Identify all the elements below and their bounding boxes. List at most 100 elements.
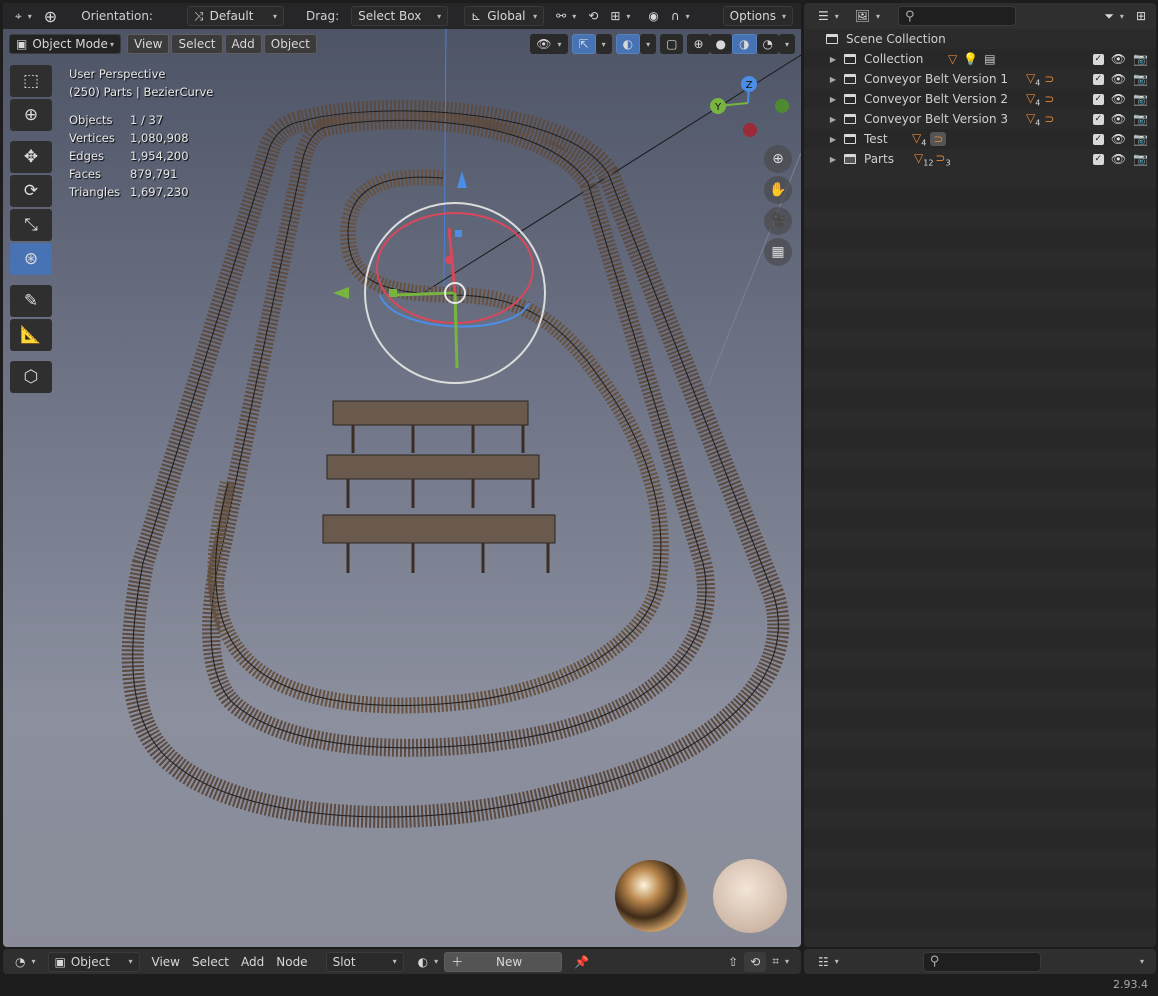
annotate-icon[interactable]: ✎ <box>10 285 52 317</box>
visibility-icon[interactable]: 👁 ▾ <box>530 34 568 54</box>
select-box-icon[interactable]: ⬚ <box>10 65 52 97</box>
expand-arrow-icon[interactable]: ▶ <box>826 115 840 124</box>
eye-icon[interactable]: 👁 <box>1111 152 1126 166</box>
properties-options-icon[interactable]: ▾ <box>1134 952 1150 972</box>
camera-icon[interactable]: 📷 <box>1133 132 1148 146</box>
properties-search-input[interactable]: ⚲ <box>922 951 1041 972</box>
navigation-gizmo[interactable]: Z Y <box>703 73 798 143</box>
options-dropdown[interactable]: Options ▾ <box>722 6 793 26</box>
add-cube-icon[interactable]: ⬡ <box>10 361 52 393</box>
transform-icon[interactable]: ⊛ <box>10 243 52 275</box>
camera-view-icon[interactable]: 🎥 <box>764 207 792 235</box>
xray-icon[interactable]: ▢ <box>660 34 684 54</box>
cursor-icon[interactable]: ⊕ <box>10 99 52 131</box>
outliner-row-conveyor-2[interactable]: ▶ Conveyor Belt Version 2 ▽4 ⊃ ✓ 👁 📷 <box>804 89 1156 109</box>
eye-icon[interactable]: 👁 <box>1111 92 1126 106</box>
eye-icon[interactable]: 👁 <box>1111 112 1126 126</box>
outliner-row-parts[interactable]: ▶ Parts ▽12 ⊃3 ✓ 👁 📷 <box>804 149 1156 169</box>
shading-dropdown-icon[interactable]: ▾ <box>778 34 795 54</box>
pivot-point-icon[interactable]: ⚯ ▾ <box>550 6 582 26</box>
outliner-row-conveyor-1[interactable]: ▶ Conveyor Belt Version 1 ▽4 ⊃ ✓ 👁 📷 <box>804 69 1156 89</box>
expand-arrow-icon[interactable]: ▶ <box>826 95 840 104</box>
proportional-edit-icon[interactable]: ◉ <box>642 6 664 26</box>
zoom-icon[interactable]: ⊕ <box>764 145 792 173</box>
exclude-checkbox[interactable]: ✓ <box>1092 93 1104 105</box>
filter-icon[interactable]: ⏷ ▾ <box>1098 6 1130 26</box>
straight-conveyors <box>322 400 556 573</box>
material-browse-icon[interactable]: ◐ ▾ <box>412 952 445 972</box>
transform-pivot-button[interactable]: ⊕ <box>38 6 63 26</box>
falloff-icon[interactable]: ∩ ▾ <box>665 6 696 26</box>
measure-icon[interactable]: 📐 <box>10 319 52 351</box>
new-collection-icon[interactable]: ⊞ <box>1130 6 1152 26</box>
outliner-row-conveyor-3[interactable]: ▶ Conveyor Belt Version 3 ▽4 ⊃ ✓ 👁 📷 <box>804 109 1156 129</box>
menu-add[interactable]: Add <box>224 34 262 54</box>
overlay-dropdown-icon[interactable]: ▾ <box>640 34 657 54</box>
shader-menu-add[interactable]: Add <box>235 952 270 972</box>
parent-node-icon[interactable]: ⇧ <box>722 952 744 972</box>
exclude-checkbox[interactable]: ✓ <box>1092 73 1104 85</box>
outliner-search-input[interactable]: ⚲ <box>898 6 1017 26</box>
gizmo-dropdown-icon[interactable]: ▾ <box>595 34 612 54</box>
camera-icon[interactable]: 📷 <box>1133 52 1148 66</box>
axis-gizmo[interactable]: Z Y <box>703 73 798 143</box>
expand-arrow-icon[interactable]: ▶ <box>826 55 840 64</box>
eye-icon[interactable]: 👁 <box>1111 52 1126 66</box>
camera-icon[interactable]: 📷 <box>1133 112 1148 126</box>
properties-editor-icon[interactable]: ☷ ▾ <box>812 952 845 972</box>
camera-icon[interactable]: 📷 <box>1133 152 1148 166</box>
shader-menu-select[interactable]: Select <box>186 952 235 972</box>
shader-type-dropdown[interactable]: ▣ Object ▾ <box>47 951 140 972</box>
snap-icon[interactable]: ⟲ <box>744 951 767 972</box>
expand-arrow-icon[interactable]: ▶ <box>826 135 840 144</box>
curve-icon: ⊃3 <box>935 150 951 168</box>
ortho-grid-icon[interactable]: ▦ <box>764 238 792 266</box>
rendered-shading-icon[interactable]: ◔ <box>756 34 779 54</box>
drag-dropdown[interactable]: Select Box ▾ <box>351 6 449 26</box>
gizmo-toggle-icon[interactable]: ⇱ <box>571 34 596 54</box>
scene-collection-row[interactable]: Scene Collection <box>804 29 1156 49</box>
outliner-row-collection[interactable]: ▶ Collection ▽ 💡 ▤ ✓ 👁 📷 <box>804 49 1156 69</box>
exclude-checkbox[interactable]: ✓ <box>1092 153 1104 165</box>
outliner-row-test[interactable]: ▶ Test ▽4 ⊃ ✓ 👁 📷 <box>804 129 1156 149</box>
camera-icon[interactable]: 📷 <box>1133 72 1148 86</box>
eye-icon[interactable]: 👁 <box>1111 72 1126 86</box>
shader-menu-view[interactable]: View <box>146 952 186 972</box>
shader-editor-header: ◔ ▾ ▣ Object ▾ View Select Add Node Slot … <box>3 949 801 974</box>
menu-object[interactable]: Object <box>263 34 317 54</box>
pin-icon[interactable]: 📌 <box>568 952 595 972</box>
status-bar: 2.93.4 <box>0 975 1158 996</box>
filter-view-icon[interactable]: 🖼 ▾ <box>849 6 886 26</box>
expand-arrow-icon[interactable]: ▶ <box>826 155 840 164</box>
display-mode-icon[interactable]: ☰ ▾ <box>812 6 845 26</box>
eye-icon[interactable]: 👁 <box>1111 132 1126 146</box>
exclude-checkbox[interactable]: ✓ <box>1092 133 1104 145</box>
menu-view[interactable]: View <box>127 34 170 54</box>
overlay-toggle-icon[interactable]: ◐ <box>615 34 641 54</box>
snap-target-icon[interactable]: ⊞ ▾ <box>604 6 636 26</box>
transform-orientation-dropdown[interactable]: ⊾ Global ▾ <box>464 6 545 26</box>
3d-viewport[interactable]: ⌖ ▾ ⊕ Orientation: ⤨ Default ▾ Drag: Sele… <box>3 3 801 947</box>
mode-dropdown[interactable]: ▣ Object Mode ▾ <box>9 34 121 54</box>
exclude-checkbox[interactable]: ✓ <box>1092 113 1104 125</box>
material-shading-icon[interactable]: ◑ <box>732 34 757 54</box>
new-material-button[interactable]: ＋ New <box>444 951 563 972</box>
wireframe-shading-icon[interactable]: ⊕ <box>687 34 710 54</box>
editor-type-icon[interactable]: ◔ ▾ <box>9 952 42 972</box>
scale-icon[interactable]: ⤡ <box>10 209 52 241</box>
solid-shading-icon[interactable]: ● <box>709 34 733 54</box>
orientation-dropdown[interactable]: ⤨ Default ▾ <box>186 6 284 26</box>
camera-icon[interactable]: 📷 <box>1133 92 1148 106</box>
editor-type-button[interactable]: ⌖ ▾ <box>9 6 38 26</box>
shader-menu-node[interactable]: Node <box>270 952 313 972</box>
stat-objects: Objects 1 / 37 <box>69 113 164 127</box>
move-icon[interactable]: ✥ <box>10 141 52 173</box>
pan-hand-icon[interactable]: ✋ <box>764 176 792 204</box>
expand-arrow-icon[interactable]: ▶ <box>826 75 840 84</box>
slot-dropdown[interactable]: Slot ▾ <box>325 951 404 972</box>
menu-select[interactable]: Select <box>171 34 223 54</box>
exclude-checkbox[interactable]: ✓ <box>1092 53 1104 65</box>
snap-element-icon[interactable]: ⌗ ▾ <box>766 952 795 972</box>
rotate-icon[interactable]: ⟳ <box>10 175 52 207</box>
snap-toggle-icon[interactable]: ⟲ <box>582 6 604 26</box>
